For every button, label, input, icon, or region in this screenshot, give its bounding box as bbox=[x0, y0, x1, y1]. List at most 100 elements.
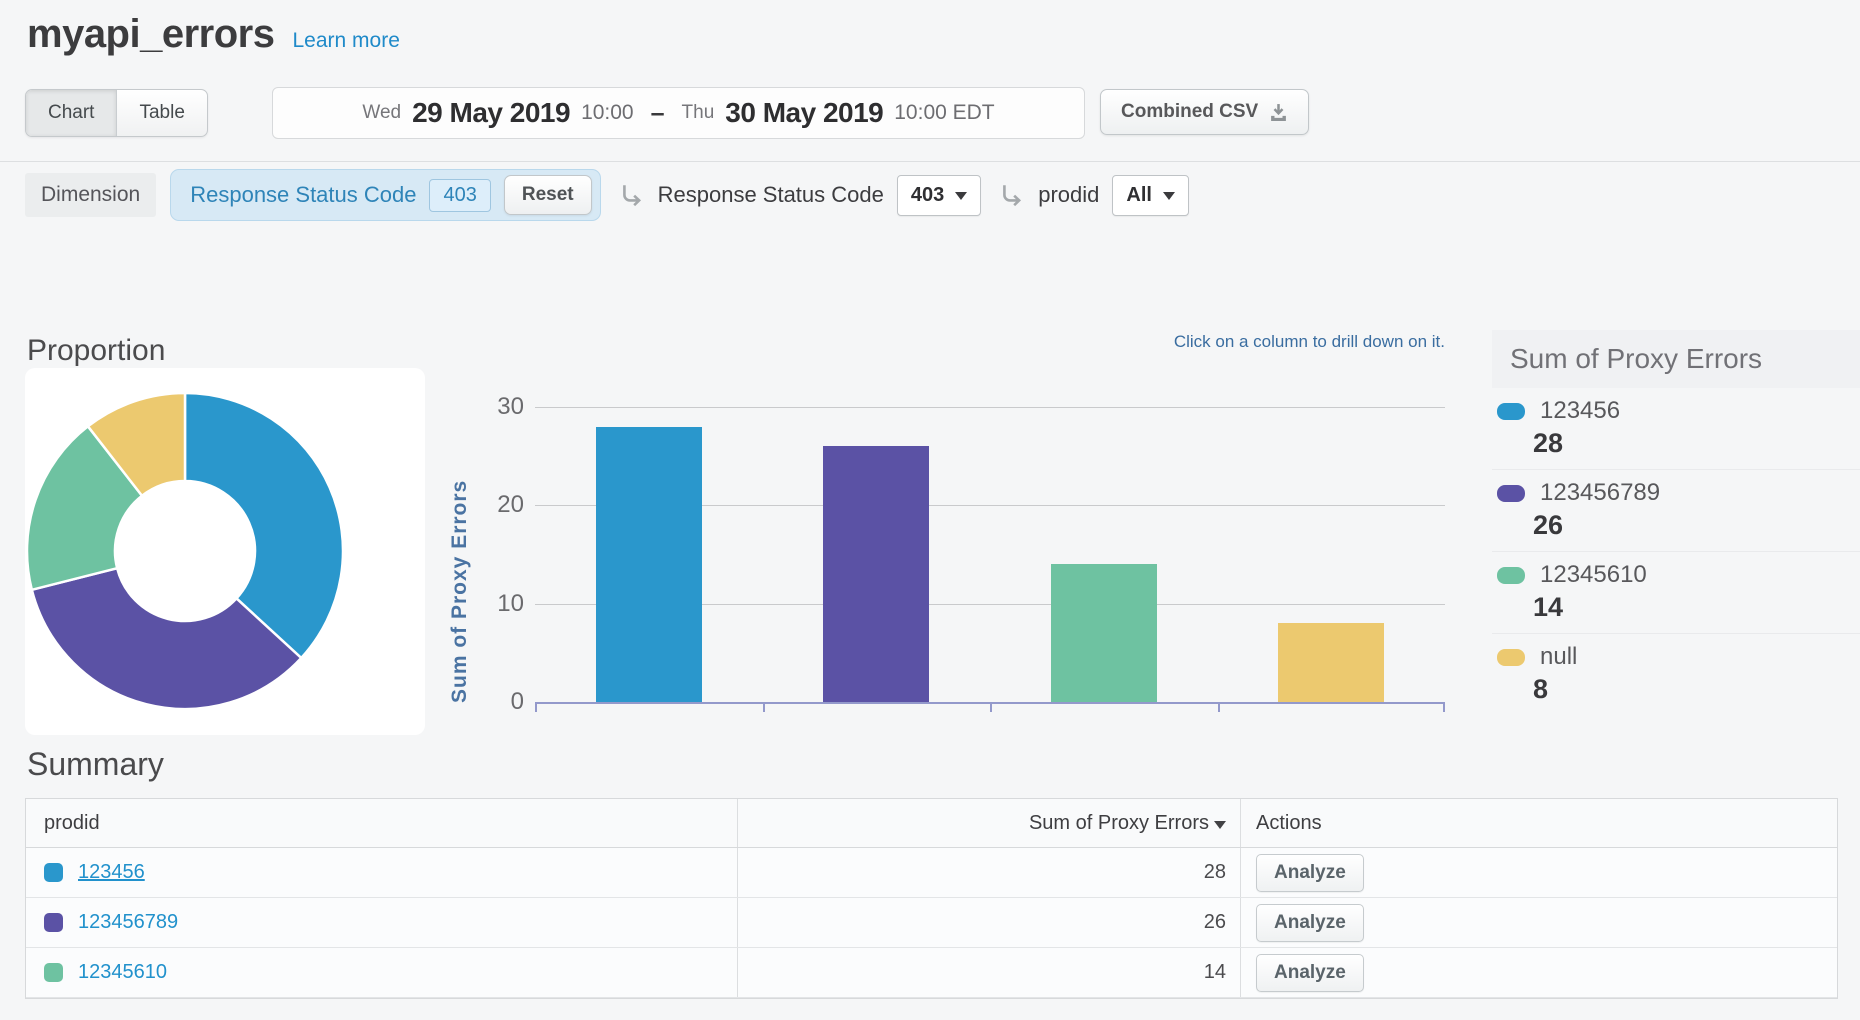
page-header: myapi_errors Learn more bbox=[27, 12, 400, 57]
drilldown-select-prodid[interactable]: All bbox=[1112, 175, 1189, 216]
drilldown-arrow-icon bbox=[619, 182, 645, 208]
chevron-down-icon bbox=[1163, 192, 1175, 200]
analyze-button-123456[interactable]: Analyze bbox=[1256, 854, 1364, 892]
bar-123456[interactable] bbox=[596, 427, 702, 702]
legend-label: 123456 bbox=[1540, 397, 1620, 425]
start-date: 29 May 2019 bbox=[412, 97, 570, 129]
summary-table: prodid Sum of Proxy Errors Actions 123456 2… bbox=[25, 798, 1838, 999]
y-axis-label: Sum of Proxy Errors bbox=[448, 400, 472, 703]
table-row: 12345610 14 Analyze bbox=[26, 948, 1837, 998]
legend-value: 8 bbox=[1533, 674, 1860, 705]
drilldown-select-response-status-code[interactable]: 403 bbox=[897, 175, 981, 216]
drilldown-hint: Click on a column to drill down on it. bbox=[535, 332, 1445, 352]
column-header-sum-of-proxy-errors[interactable]: Sum of Proxy Errors bbox=[738, 799, 1241, 847]
sum-value: 28 bbox=[1204, 861, 1226, 884]
reset-button[interactable]: Reset bbox=[504, 175, 592, 215]
legend-value: 28 bbox=[1533, 428, 1860, 459]
analytics-dashboard: myapi_errors Learn more Chart Table Wed … bbox=[0, 0, 1860, 1020]
legend-item-row: 123456789 bbox=[1497, 479, 1860, 507]
sum-value: 26 bbox=[1204, 911, 1226, 934]
prodid-cell: 123456789 bbox=[26, 898, 738, 947]
sort-desc-icon bbox=[1214, 821, 1226, 829]
tab-table[interactable]: Table bbox=[116, 90, 206, 136]
drilldown-dimension-name: prodid bbox=[1038, 182, 1099, 208]
row-swatch-123456789 bbox=[44, 913, 63, 932]
active-filter-value-badge: 403 bbox=[429, 179, 490, 212]
learn-more-link[interactable]: Learn more bbox=[292, 29, 399, 53]
legend-value: 14 bbox=[1533, 592, 1860, 623]
column-header-label: prodid bbox=[44, 812, 100, 835]
table-row: 123456789 26 Analyze bbox=[26, 898, 1837, 948]
drilldown-selected-value: All bbox=[1126, 184, 1152, 207]
page-title: myapi_errors bbox=[27, 12, 274, 57]
end-date: 30 May 2019 bbox=[725, 97, 883, 129]
sum-cell: 14 bbox=[738, 948, 1241, 997]
start-time: 10:00 bbox=[581, 101, 634, 125]
range-separator: – bbox=[651, 99, 665, 128]
column-header-actions[interactable]: Actions bbox=[1241, 799, 1837, 847]
summary-title: Summary bbox=[27, 746, 164, 783]
legend-item-row: 12345610 bbox=[1497, 561, 1860, 589]
proportion-donut-card bbox=[25, 368, 425, 735]
prodid-cell: 12345610 bbox=[26, 948, 738, 997]
row-swatch-123456 bbox=[44, 863, 63, 882]
legend-item-null: null 8 bbox=[1492, 633, 1860, 715]
summary-table-header: prodid Sum of Proxy Errors Actions bbox=[26, 799, 1837, 848]
bar-chart-plot bbox=[535, 407, 1445, 702]
legend-swatch-null bbox=[1497, 649, 1525, 666]
analyze-button-123456789[interactable]: Analyze bbox=[1256, 904, 1364, 942]
tab-chart[interactable]: Chart bbox=[26, 90, 116, 136]
drilldown-group: Response Status Code403 bbox=[619, 175, 982, 216]
y-tick-label-10: 10 bbox=[478, 590, 524, 618]
legend-item-12345610: 12345610 14 bbox=[1492, 551, 1860, 633]
legend-swatch-123456 bbox=[1497, 403, 1525, 420]
chevron-down-icon bbox=[955, 192, 967, 200]
column-header-label: Actions bbox=[1256, 812, 1322, 835]
gridline-30 bbox=[535, 407, 1445, 408]
csv-button-label: Combined CSV bbox=[1121, 101, 1258, 123]
bar-null[interactable] bbox=[1278, 623, 1384, 702]
active-filter-chip[interactable]: Response Status Code 403 Reset bbox=[170, 169, 600, 221]
x-axis-tick bbox=[990, 704, 992, 712]
proportion-donut-chart bbox=[25, 368, 425, 735]
sum-value: 14 bbox=[1204, 961, 1226, 984]
proportion-title: Proportion bbox=[27, 334, 165, 368]
sum-cell: 26 bbox=[738, 898, 1241, 947]
column-header-prodid[interactable]: prodid bbox=[26, 799, 738, 847]
filter-bar: Dimension Response Status Code 403 Reset… bbox=[25, 170, 1189, 220]
legend-swatch-12345610 bbox=[1497, 567, 1525, 584]
date-range-picker[interactable]: Wed 29 May 2019 10:00 – Thu 30 May 2019 … bbox=[272, 87, 1085, 139]
bar-12345610[interactable] bbox=[1051, 564, 1157, 702]
legend-item-123456: 123456 28 bbox=[1492, 388, 1860, 469]
active-filter-name: Response Status Code bbox=[190, 182, 416, 208]
legend-items: 123456 28 123456789 26 12345610 14 null 8 bbox=[1492, 388, 1860, 715]
actions-cell: Analyze bbox=[1241, 848, 1837, 897]
start-day: Wed bbox=[362, 102, 401, 124]
prodid-link-123456789[interactable]: 123456789 bbox=[78, 911, 178, 934]
prodid-link-12345610[interactable]: 12345610 bbox=[78, 961, 167, 984]
sum-cell: 28 bbox=[738, 848, 1241, 897]
legend-swatch-123456789 bbox=[1497, 485, 1525, 502]
summary-table-body: 12345628Analyze12345678926Analyze1234561… bbox=[26, 848, 1837, 998]
dimension-label: Dimension bbox=[25, 173, 156, 217]
drilldown-group: prodid All bbox=[999, 175, 1189, 216]
legend-value: 26 bbox=[1533, 510, 1860, 541]
y-tick-label-30: 30 bbox=[478, 393, 524, 421]
legend-item-123456789: 123456789 26 bbox=[1492, 469, 1860, 551]
drilldown-arrow-icon bbox=[999, 182, 1025, 208]
y-tick-label-20: 20 bbox=[478, 491, 524, 519]
prodid-cell: 123456 bbox=[26, 848, 738, 897]
analyze-button-12345610[interactable]: Analyze bbox=[1256, 954, 1364, 992]
prodid-link-123456[interactable]: 123456 bbox=[78, 861, 145, 884]
legend-label: null bbox=[1540, 643, 1577, 671]
legend-label: 123456789 bbox=[1540, 479, 1660, 507]
x-axis-tick bbox=[763, 704, 765, 712]
legend-title: Sum of Proxy Errors bbox=[1492, 330, 1860, 388]
legend-panel: Sum of Proxy Errors 12345628123456789261… bbox=[1492, 330, 1860, 715]
header-divider bbox=[0, 161, 1860, 162]
drilldown-selected-value: 403 bbox=[911, 184, 944, 207]
end-time: 10:00 EDT bbox=[894, 101, 994, 125]
actions-cell: Analyze bbox=[1241, 948, 1837, 997]
combined-csv-button[interactable]: Combined CSV bbox=[1100, 89, 1309, 135]
bar-123456789[interactable] bbox=[823, 446, 929, 702]
